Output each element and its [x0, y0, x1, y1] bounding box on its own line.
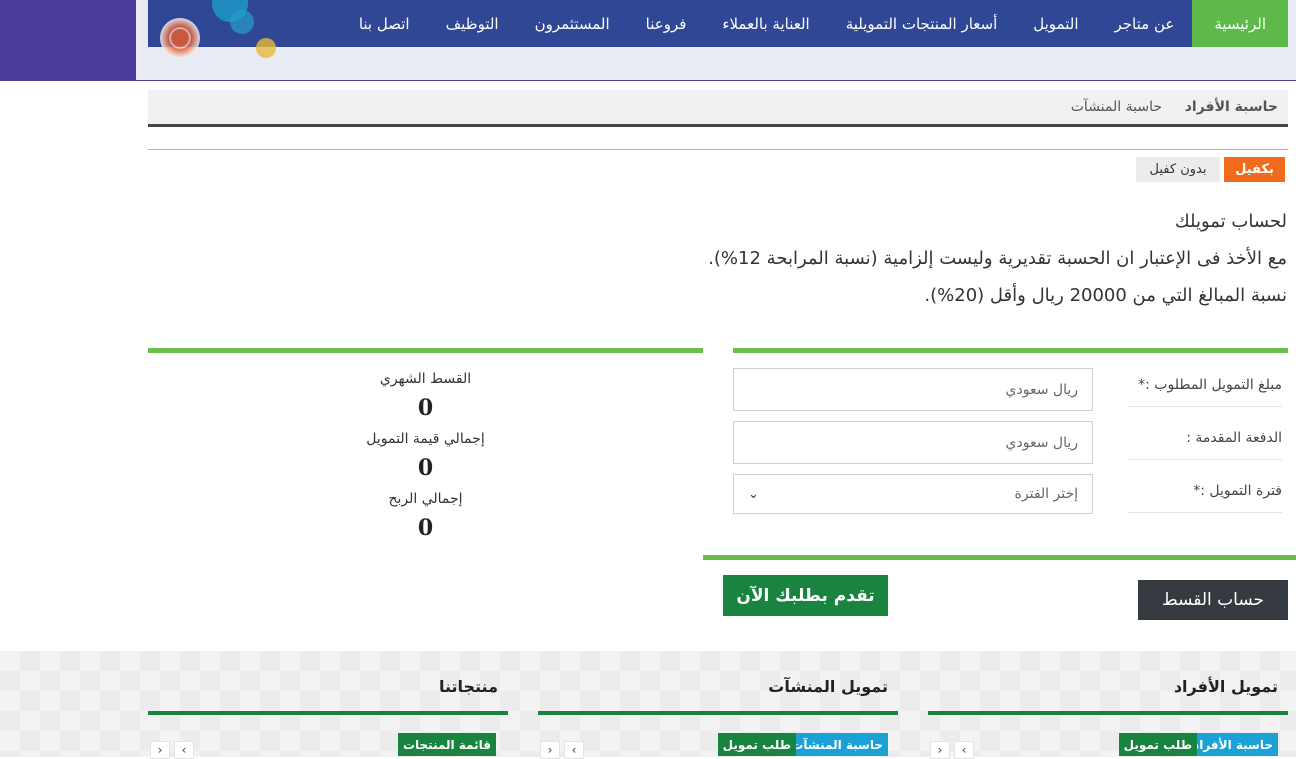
footer-divider	[538, 711, 898, 715]
footer-individuals-calculator-button[interactable]: حاسبة الأفراد	[1188, 733, 1278, 756]
intro-title: لحساب تمويلك	[1174, 211, 1287, 232]
monthly-installment-label: القسط الشهري	[379, 371, 472, 387]
amount-input[interactable]: ريال سعودي	[733, 368, 1093, 411]
chevron-left-icon[interactable]: ‹	[540, 741, 560, 759]
nav-item-about[interactable]: عن متاجر	[1097, 0, 1193, 47]
chevron-left-icon[interactable]: ‹	[150, 741, 170, 759]
footer-facilities-calculator-button[interactable]: حاسبة المنشآت	[786, 733, 888, 756]
results-top-bar	[148, 348, 703, 353]
nav-item-branches[interactable]: فروعنا	[628, 0, 705, 47]
apply-now-button[interactable]: تقدم بطلبك الآن	[723, 575, 888, 616]
nav-item-careers[interactable]: التوظيف	[428, 0, 517, 47]
down-payment-input[interactable]: ريال سعودي	[733, 421, 1093, 464]
nav-item-investors[interactable]: المستثمرون	[517, 0, 628, 47]
footer-individuals-request-button[interactable]: طلب تمويل	[1118, 733, 1197, 756]
total-profit-label: إجمالي الربح	[388, 491, 463, 507]
footer-individuals-title: تمويل الأفراد	[1173, 677, 1278, 696]
logo-decoration-icon	[160, 18, 200, 58]
form-bottom-bar	[703, 555, 1296, 560]
without-guarantor-button[interactable]: بدون كفيل	[1136, 157, 1220, 182]
intro-note: مع الأخذ فى الإعتبار ان الحسبة تقديرية و…	[708, 248, 1287, 269]
nav-item-prices[interactable]: أسعار المنتجات التمويلية	[828, 0, 1016, 47]
calculate-installment-button[interactable]: حساب القسط	[1138, 580, 1288, 620]
tab-facilities-calculator[interactable]: حاسبة المنشآت	[1071, 99, 1162, 115]
calculator-tabs: حاسبة الأفراد حاسبة المنشآت	[148, 90, 1288, 127]
footer-facilities-title: تمويل المنشآت	[768, 677, 888, 696]
period-select[interactable]: إختر الفترة ⌄	[733, 474, 1093, 514]
footer-facilities-request-button[interactable]: طلب تمويل	[717, 733, 796, 756]
chevron-right-icon[interactable]: ›	[954, 741, 974, 759]
down-payment-label: الدفعة المقدمة :	[1128, 417, 1282, 460]
monthly-installment-value: 0	[417, 395, 434, 421]
logo-decoration-icon	[256, 38, 276, 58]
footer-products-list-button[interactable]: قائمة المنتجات	[397, 733, 496, 756]
period-label: فترة التمويل :*	[1128, 470, 1282, 513]
divider	[148, 149, 1288, 150]
footer-products-title: منتجاتنا	[438, 677, 498, 696]
with-guarantor-button[interactable]: بكفيل	[1224, 157, 1285, 182]
nav-item-contact[interactable]: اتصل بنا	[341, 0, 428, 47]
intro-rate-note: نسبة المبالغ التي من 20000 ريال وأقل (20…	[924, 285, 1287, 306]
nav-item-customer-care[interactable]: العناية بالعملاء	[704, 0, 827, 47]
form-top-bar	[733, 348, 1288, 353]
period-selected-value: إختر الفترة	[1014, 486, 1078, 502]
logo-decoration-icon	[230, 10, 254, 34]
footer: تمويل الأفراد حاسبة الأفراد طلب تمويل ‹ …	[0, 651, 1296, 759]
chevron-down-icon: ⌄	[748, 486, 759, 502]
chevron-right-icon[interactable]: ›	[174, 741, 194, 759]
footer-divider	[928, 711, 1288, 715]
nav-item-home[interactable]: الرئيسية	[1192, 0, 1288, 47]
chevron-left-icon[interactable]: ‹	[930, 741, 950, 759]
total-profit-value: 0	[417, 515, 434, 541]
footer-divider	[148, 711, 508, 715]
tab-individuals-calculator[interactable]: حاسبة الأفراد	[1185, 99, 1278, 115]
chevron-right-icon[interactable]: ›	[564, 741, 584, 759]
amount-label: مبلغ التمويل المطلوب :*	[1128, 364, 1282, 407]
main-nav: الرئيسية عن متاجر التمويل أسعار المنتجات…	[341, 0, 1288, 47]
total-financing-value: 0	[417, 455, 434, 481]
total-financing-label: إجمالي قيمة التمويل	[366, 431, 485, 447]
nav-item-financing[interactable]: التمويل	[1015, 0, 1096, 47]
